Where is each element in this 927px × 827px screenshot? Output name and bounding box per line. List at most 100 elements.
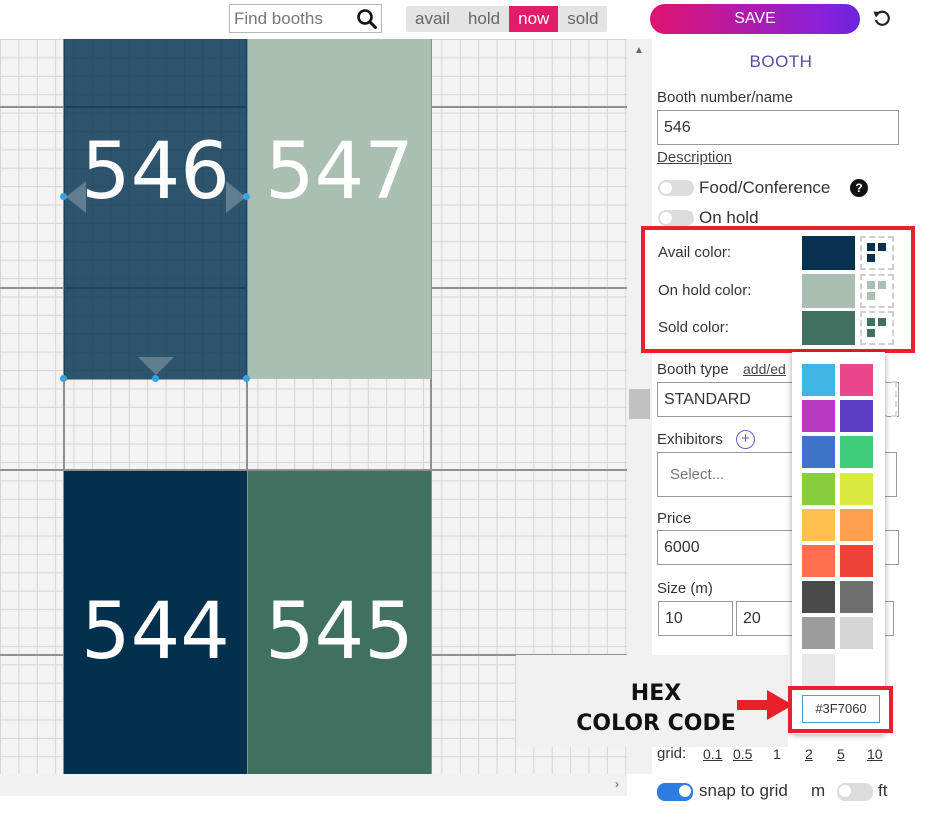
annotation-line: COLOR CODE: [576, 711, 736, 736]
size-label: Size (m): [657, 580, 713, 597]
tab-avail[interactable]: avail: [406, 6, 459, 32]
picker-square: [867, 318, 875, 326]
booth-544[interactable]: 544: [64, 471, 247, 774]
search-box[interactable]: [229, 4, 382, 33]
help-icon[interactable]: ?: [850, 179, 868, 197]
annotation-text: HEX COLOR CODE: [566, 679, 746, 739]
avail-color-swatch[interactable]: [802, 236, 855, 270]
booth-number: 545: [265, 587, 414, 677]
hex-annotation-callout: HEX COLOR CODE: [516, 655, 793, 747]
size-width-input[interactable]: 10: [658, 601, 733, 636]
booth-type-label: Booth type: [657, 361, 729, 378]
avail-color-label: Avail color:: [658, 244, 732, 261]
unit-toggle[interactable]: [837, 783, 873, 801]
on-hold-label: On hold: [699, 208, 759, 227]
grid-option-10[interactable]: 10: [867, 746, 883, 762]
picker-square: [867, 292, 875, 300]
booth-number: 544: [81, 587, 230, 677]
add-exhibitor-icon[interactable]: +: [736, 430, 755, 449]
sold-color-label: Sold color:: [658, 319, 729, 336]
booth-number: 546: [81, 127, 230, 217]
picker-color-swatch[interactable]: [802, 472, 835, 505]
resize-arrow-icon[interactable]: [226, 181, 246, 213]
food-conference-toggle[interactable]: [658, 180, 694, 196]
on-hold-toggle[interactable]: [658, 210, 694, 226]
booth-colors-section: Avail color: On hold color: Sold color:: [641, 226, 915, 353]
status-mode-tabs: avail hold now sold: [406, 6, 608, 32]
panel-title: BOOTH: [749, 52, 813, 71]
unit-m-label: m: [811, 781, 826, 800]
color-picker-popup: [792, 352, 885, 734]
search-icon[interactable]: [356, 8, 378, 30]
search-input[interactable]: [230, 5, 354, 32]
hex-input-highlight: #3F7060: [788, 686, 893, 733]
arrow-right-icon: [737, 690, 793, 720]
booth-545[interactable]: 545: [248, 471, 431, 774]
booth-editor-page: avail hold now sold SAVE 546 547 544 545: [0, 0, 927, 827]
resize-handle[interactable]: [152, 375, 159, 382]
horizontal-scrollbar[interactable]: ›: [0, 774, 627, 796]
snap-to-grid-toggle[interactable]: [657, 783, 693, 801]
picker-color-swatch[interactable]: [840, 400, 873, 433]
resize-handle[interactable]: [60, 375, 67, 382]
picker-color-swatch[interactable]: [802, 617, 835, 650]
scroll-up-icon[interactable]: ▲: [634, 45, 644, 56]
picker-color-swatch[interactable]: [840, 545, 873, 577]
on-hold-color-picker-icon[interactable]: [860, 274, 894, 308]
food-conference-label: Food/Conference: [699, 178, 831, 197]
booth-type-edit-link[interactable]: add/ed: [743, 361, 786, 377]
picker-color-swatch[interactable]: [802, 364, 835, 396]
exhibitors-label: Exhibitors: [657, 431, 723, 448]
picker-color-swatch[interactable]: [840, 508, 873, 541]
tab-hold[interactable]: hold: [459, 6, 509, 32]
booth-number-label: Booth number/name: [657, 89, 793, 106]
scrollbar-thumb[interactable]: [629, 389, 650, 419]
snap-to-grid-label: snap to grid: [699, 781, 788, 800]
resize-arrow-icon[interactable]: [138, 357, 174, 375]
price-label: Price: [657, 510, 692, 527]
picker-square: [867, 254, 875, 262]
picker-color-swatch[interactable]: [802, 508, 835, 541]
picker-color-swatch[interactable]: [840, 436, 873, 469]
tab-now[interactable]: now: [509, 6, 559, 32]
tab-sold[interactable]: sold: [558, 6, 607, 32]
scroll-right-icon[interactable]: ›: [615, 777, 619, 791]
booth-number-input[interactable]: 546: [657, 110, 899, 145]
grid-option-0.1[interactable]: 0.1: [703, 746, 722, 762]
save-button[interactable]: SAVE: [650, 4, 860, 34]
picker-color-swatch[interactable]: [802, 436, 835, 469]
sold-color-picker-icon[interactable]: [860, 311, 894, 345]
grid-option-2[interactable]: 2: [805, 746, 813, 762]
grid-label: grid:: [657, 745, 687, 762]
unit-ft-label: ft: [878, 781, 888, 800]
description-link[interactable]: Description: [657, 149, 732, 166]
picker-color-swatch[interactable]: [802, 581, 835, 614]
picker-square: [867, 329, 875, 337]
top-toolbar: avail hold now sold SAVE: [0, 0, 927, 38]
picker-square: [867, 281, 875, 289]
booth-547[interactable]: 547: [248, 39, 431, 379]
picker-color-swatch[interactable]: [840, 617, 873, 650]
grid-option-1[interactable]: 1: [773, 746, 781, 762]
undo-icon[interactable]: [872, 8, 892, 28]
hex-color-input[interactable]: #3F7060: [802, 695, 880, 723]
picker-color-swatch[interactable]: [802, 400, 835, 433]
picker-color-swatch[interactable]: [840, 472, 873, 505]
picker-color-swatch[interactable]: [802, 545, 835, 577]
on-hold-color-label: On hold color:: [658, 282, 752, 299]
on-hold-color-swatch[interactable]: [802, 274, 855, 308]
resize-handle[interactable]: [243, 375, 250, 382]
avail-color-picker-icon[interactable]: [860, 236, 894, 270]
booth-number: 547: [265, 127, 414, 217]
booth-546[interactable]: 546: [63, 39, 248, 380]
picker-color-swatch[interactable]: [802, 653, 835, 686]
grid-option-5[interactable]: 5: [837, 746, 845, 762]
picker-color-swatch[interactable]: [840, 364, 873, 396]
picker-square: [878, 281, 886, 289]
picker-square: [878, 243, 886, 251]
resize-arrow-icon[interactable]: [66, 181, 86, 213]
sold-color-swatch[interactable]: [802, 311, 855, 345]
picker-square: [867, 243, 875, 251]
grid-option-0.5[interactable]: 0.5: [733, 746, 752, 762]
picker-color-swatch[interactable]: [840, 581, 873, 614]
